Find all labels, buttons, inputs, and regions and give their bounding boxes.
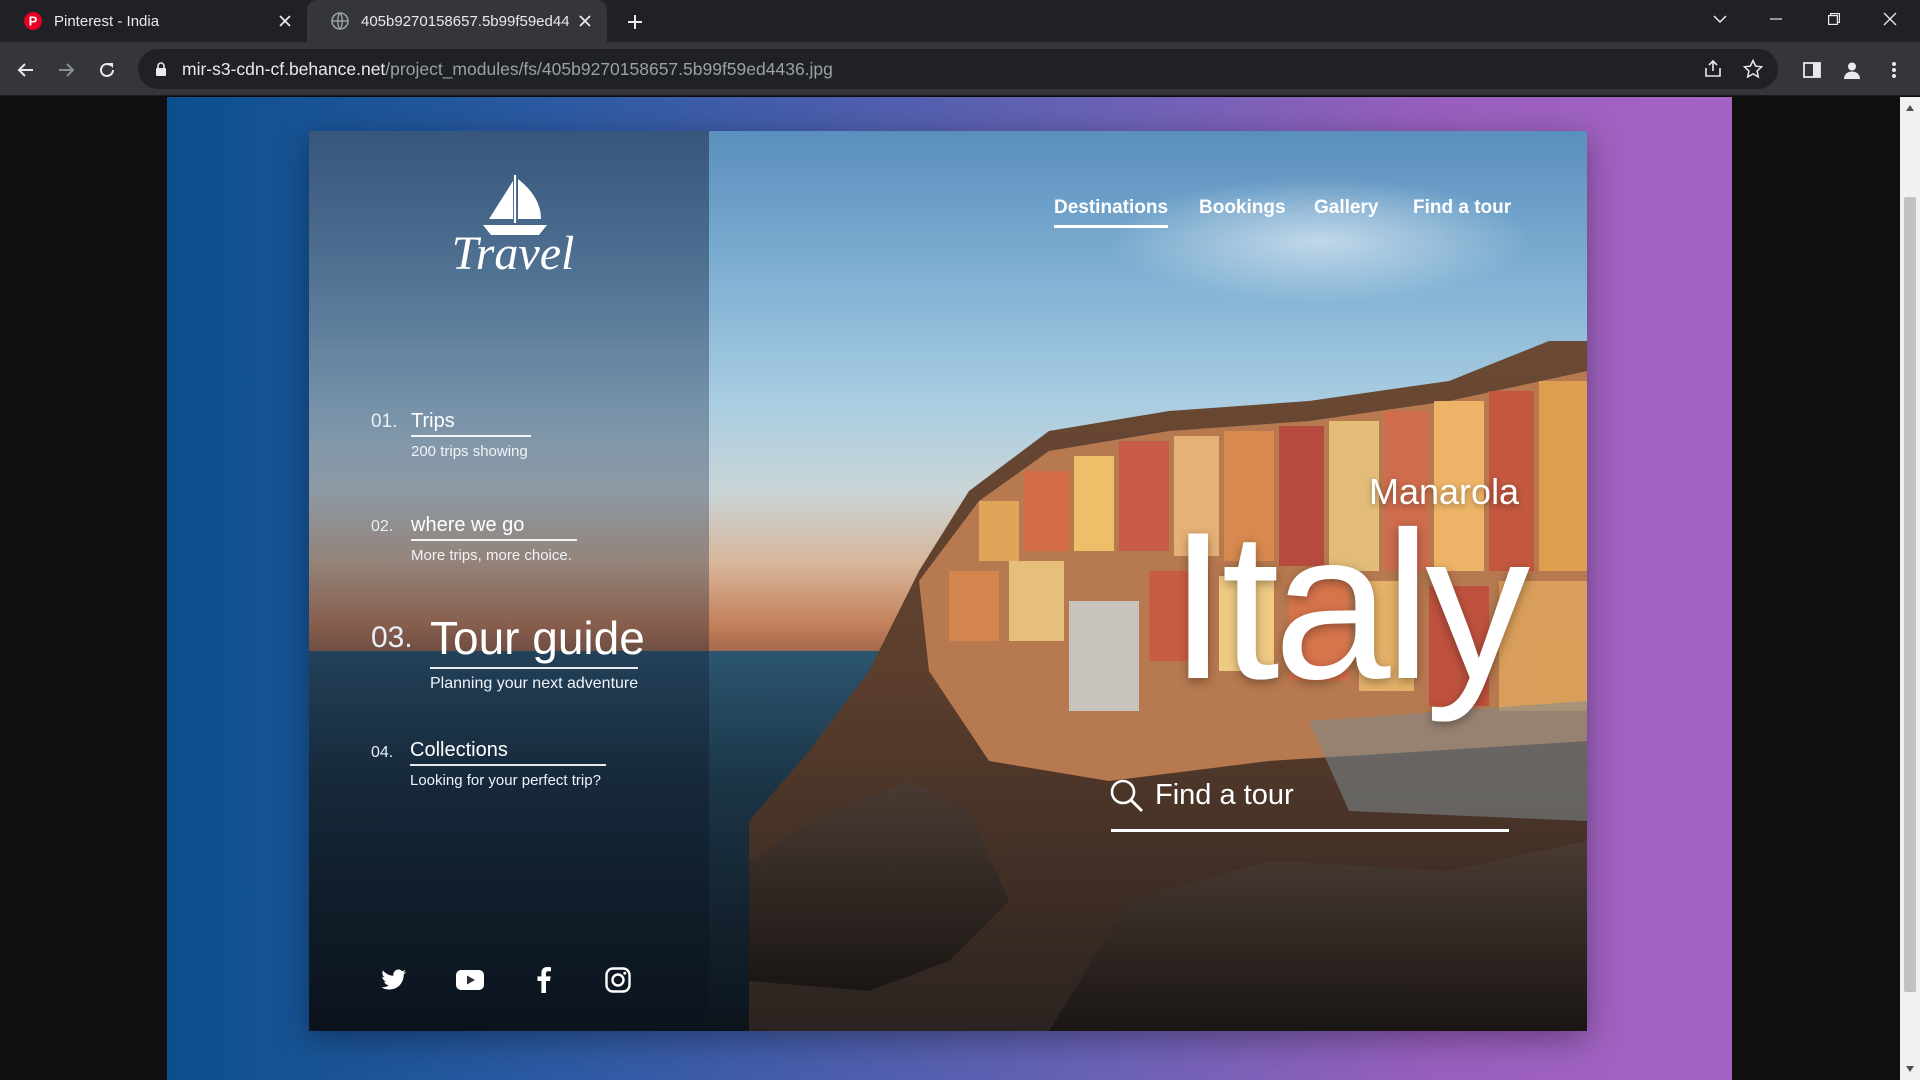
instagram-icon[interactable] <box>603 965 633 995</box>
design-image: Travel 01. Trips 200 trips showing 02. w… <box>167 97 1732 1080</box>
close-tab-icon[interactable] <box>275 11 295 31</box>
menu-underline <box>411 435 531 437</box>
scroll-down-arrow-icon[interactable] <box>1905 1064 1915 1074</box>
nav-find-a-tour[interactable]: Find a tour <box>1413 197 1511 219</box>
reload-icon[interactable] <box>91 54 123 86</box>
url-host: mir-s3-cdn-cf.behance.net <box>182 58 386 79</box>
search-icon[interactable] <box>1109 778 1145 814</box>
menu-underline <box>410 764 606 766</box>
close-window-icon[interactable] <box>1862 0 1918 38</box>
menu-title[interactable]: Trips <box>411 410 455 433</box>
menu-number: 03. <box>371 621 413 654</box>
new-tab-button[interactable] <box>622 9 648 35</box>
tab-pinterest[interactable]: P Pinterest - India <box>0 0 307 42</box>
menu-number: 02. <box>371 518 394 535</box>
share-icon[interactable] <box>1698 54 1728 84</box>
facebook-icon[interactable] <box>529 965 559 995</box>
tab-strip: P Pinterest - India 405b9270158657.5b99f… <box>0 0 1920 42</box>
scroll-up-arrow-icon[interactable] <box>1905 103 1915 113</box>
browser-toolbar: mir-s3-cdn-cf.behance.net/project_module… <box>0 42 1920 96</box>
nav-bookings[interactable]: Bookings <box>1199 197 1286 219</box>
menu-underline <box>411 539 577 541</box>
menu-title[interactable]: Collections <box>410 739 508 762</box>
back-icon[interactable] <box>10 54 42 86</box>
side-panel-icon[interactable] <box>1796 54 1828 86</box>
lock-icon[interactable] <box>152 62 170 76</box>
address-bar[interactable]: mir-s3-cdn-cf.behance.net/project_module… <box>138 49 1778 89</box>
tab-title: Pinterest - India <box>54 12 160 30</box>
menu-underline <box>430 667 638 669</box>
forward-icon[interactable] <box>50 54 82 86</box>
search-underline <box>1111 829 1509 832</box>
restore-icon[interactable] <box>1806 0 1862 38</box>
menu-subtitle: Looking for your perfect trip? <box>410 772 601 789</box>
profile-icon[interactable] <box>1836 54 1868 86</box>
youtube-icon[interactable] <box>455 965 485 995</box>
menu-subtitle: 200 trips showing <box>411 443 528 460</box>
menu-title[interactable]: Tour guide <box>430 611 645 665</box>
country-name: Italy <box>1169 488 1530 723</box>
svg-text:P: P <box>29 14 38 29</box>
scrollbar-thumb[interactable] <box>1904 197 1916 992</box>
menu-title[interactable]: where we go <box>411 514 524 537</box>
pinterest-icon: P <box>24 12 42 30</box>
close-tab-icon[interactable] <box>575 11 595 31</box>
menu-number: 04. <box>371 744 394 761</box>
tab-title: 405b9270158657.5b99f59ed4436.jpg <box>361 12 569 30</box>
twitter-icon[interactable] <box>379 965 409 995</box>
menu-subtitle: Planning your next adventure <box>430 675 639 692</box>
nav-gallery[interactable]: Gallery <box>1314 197 1378 219</box>
page-viewport: Travel 01. Trips 200 trips showing 02. w… <box>0 97 1900 1080</box>
tab-search-chevron-icon[interactable] <box>1692 0 1748 38</box>
menu-number: 01. <box>371 411 398 432</box>
bookmark-star-icon[interactable] <box>1738 54 1768 84</box>
globe-icon <box>331 12 349 30</box>
travel-card: Travel 01. Trips 200 trips showing 02. w… <box>309 131 1587 1031</box>
vertical-scrollbar[interactable] <box>1900 97 1920 1080</box>
logo-text: Travel <box>452 227 575 279</box>
menu-subtitle: More trips, more choice. <box>411 547 572 564</box>
url-text[interactable]: mir-s3-cdn-cf.behance.net/project_module… <box>182 59 833 80</box>
travel-logo[interactable]: Travel <box>449 169 579 279</box>
minimize-icon[interactable] <box>1748 0 1804 38</box>
search-input[interactable]: Find a tour <box>1155 779 1294 812</box>
more-menu-icon[interactable] <box>1878 54 1910 86</box>
url-path: /project_modules/fs/405b9270158657.5b99f… <box>385 58 833 79</box>
nav-active-underline <box>1054 225 1168 228</box>
nav-destinations[interactable]: Destinations <box>1054 197 1168 219</box>
tab-image[interactable]: 405b9270158657.5b99f59ed4436.jpg <box>307 0 607 42</box>
